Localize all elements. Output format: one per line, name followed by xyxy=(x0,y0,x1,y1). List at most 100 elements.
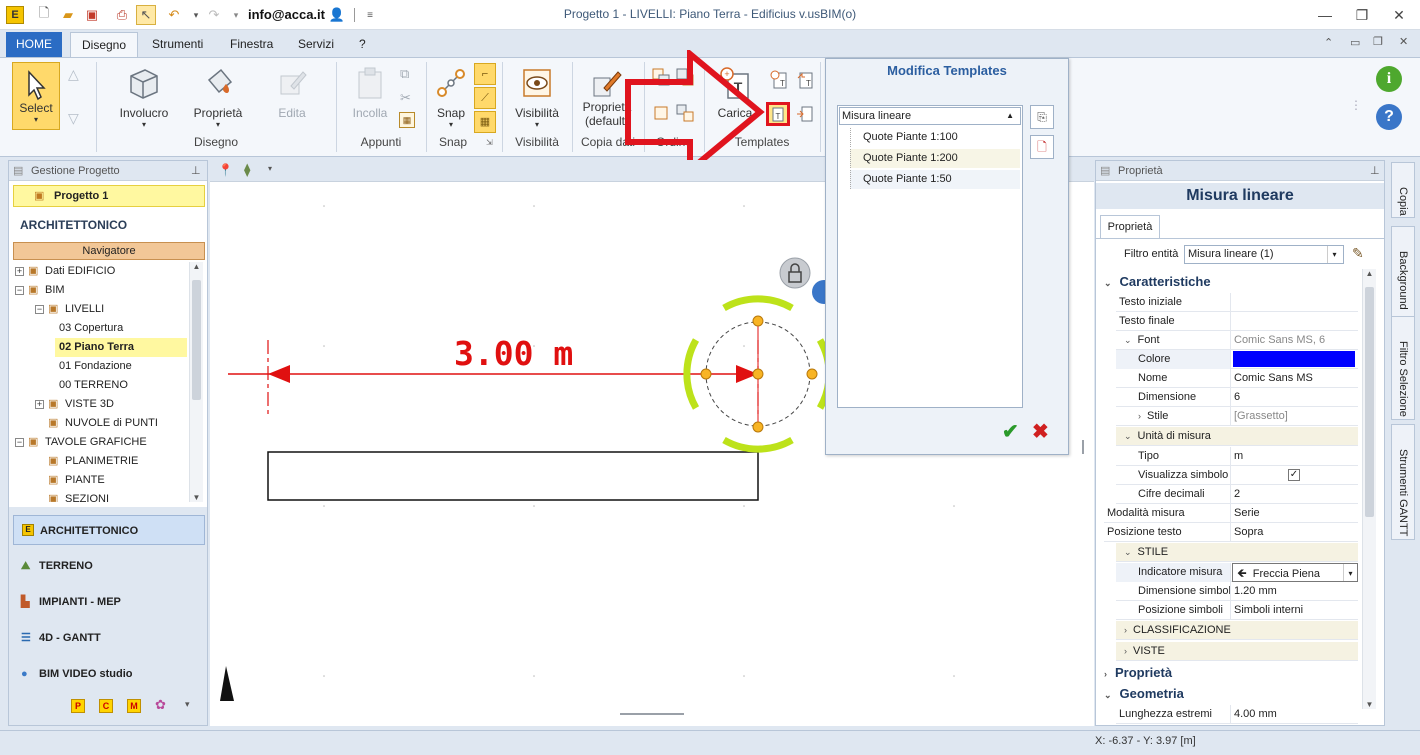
pin-icon[interactable]: ⊥ xyxy=(1370,164,1380,177)
tab-help[interactable]: ? xyxy=(347,32,378,57)
collapse-icon[interactable]: − xyxy=(35,304,44,314)
copy-icon[interactable]: ⧉ xyxy=(400,66,409,82)
filter-dropdown[interactable]: Misura lineare (1) ▾ xyxy=(1184,245,1344,264)
nav-gantt[interactable]: ☰ 4D - GANTT xyxy=(13,623,205,653)
row-visualizza-simbolo[interactable]: Visualizza simbolo ✓ xyxy=(1116,466,1358,485)
tree-scrollbar[interactable]: ▲ ▼ xyxy=(189,262,203,502)
dialog-launcher-icon[interactable]: ⇲ xyxy=(486,138,493,147)
proprieta-default-button[interactable]: Proprietà (default) xyxy=(578,62,636,134)
category-geometria[interactable]: ⌄ Geometria xyxy=(1104,684,1358,704)
tree-item[interactable]: + ▣ VISTE 3D xyxy=(35,395,114,414)
row-font[interactable]: ⌄ Font Comic Sans MS, 6 xyxy=(1116,331,1358,350)
user-icon[interactable]: 👤 xyxy=(327,5,347,25)
restore-window-icon[interactable]: ❐ xyxy=(1373,35,1383,48)
expand-icon[interactable]: + xyxy=(35,399,44,409)
open-folder-icon[interactable]: ▰ xyxy=(58,5,78,25)
cancel-x-icon[interactable]: ✖ xyxy=(1032,419,1049,444)
send-backward-icon[interactable] xyxy=(676,104,694,122)
snap-grid-icon[interactable]: ▦ xyxy=(474,111,496,133)
tab-finestra[interactable]: Finestra xyxy=(218,32,285,57)
maximize-icon[interactable]: ❐ xyxy=(1347,4,1377,26)
template-category-dropdown[interactable]: Misura lineare ▲ xyxy=(839,107,1021,125)
nav-terreno[interactable]: ⛰ TERRENO xyxy=(13,551,205,581)
row-tipo[interactable]: Tipo m xyxy=(1116,447,1358,466)
tree-item[interactable]: 00 TERRENO xyxy=(55,376,128,395)
proprieta-button[interactable]: Proprietà ▾ xyxy=(188,62,248,134)
paste-special-icon[interactable]: ▦ xyxy=(399,112,415,128)
nav-bim-video[interactable]: ● BIM VIDEO studio xyxy=(13,659,205,689)
scroll-down-icon[interactable]: ▽ xyxy=(68,110,79,127)
subcat-classificazione[interactable]: › CLASSIFICAZIONE xyxy=(1116,621,1358,640)
bring-front-icon[interactable] xyxy=(652,68,670,86)
send-back-icon[interactable] xyxy=(676,68,694,86)
row-indicatore[interactable]: Indicatore misura 🡸 Freccia Piena ▾ xyxy=(1116,563,1358,582)
template-save-icon[interactable]: T xyxy=(796,70,814,90)
nav-impianti[interactable]: ▙ IMPIANTI - MEP xyxy=(13,587,205,617)
row-lunghezza-estremi[interactable]: Lunghezza estremi 4.00 mm xyxy=(1116,705,1358,724)
tab-disegno[interactable]: Disegno xyxy=(70,32,138,57)
template-item[interactable]: Quote Piante 1:50 xyxy=(850,170,1020,189)
visibilita-button[interactable]: Visibilità ▾ xyxy=(508,62,566,134)
dimension-text[interactable]: 3.00 m xyxy=(454,334,573,373)
cut-icon[interactable]: ✂ xyxy=(400,90,411,106)
row-testo-finale[interactable]: Testo finale xyxy=(1116,312,1358,331)
row-posizione-testo[interactable]: Posizione testo Sopra xyxy=(1104,523,1358,542)
customize-toolbar-icon[interactable]: ≡ xyxy=(360,5,380,25)
new-file-icon[interactable]: 🗋 xyxy=(34,5,54,25)
nav-architettonico[interactable]: E ARCHITETTONICO xyxy=(13,515,205,545)
bring-forward-icon[interactable] xyxy=(652,104,670,122)
tree-item[interactable]: 01 Fondazione xyxy=(55,357,132,376)
color-swatch[interactable] xyxy=(1233,351,1355,367)
snap-button[interactable]: Snap ▾ xyxy=(432,62,470,134)
tab-home[interactable]: HOME xyxy=(6,32,62,57)
confirm-check-icon[interactable]: ✔ xyxy=(1002,419,1019,444)
checkbox-visualizza[interactable]: ✓ xyxy=(1288,469,1300,481)
subcat-stile[interactable]: ⌄ STILE xyxy=(1116,543,1358,562)
sidetab-background[interactable]: Background xyxy=(1391,226,1415,318)
account-email[interactable]: info@acca.it xyxy=(248,7,325,22)
template-edit-icon[interactable]: T xyxy=(766,102,790,126)
collapse-icon[interactable]: − xyxy=(15,285,24,295)
row-cifre-decimali[interactable]: Cifre decimali 2 xyxy=(1116,485,1358,504)
project-item[interactable]: ▣ Progetto 1 xyxy=(13,185,205,207)
row-dimensione[interactable]: Dimensione 6 xyxy=(1116,388,1358,407)
snap-diagonal-icon[interactable]: ⟋ xyxy=(474,87,496,109)
mini-button-m[interactable]: M xyxy=(127,699,141,713)
chevron-down-icon[interactable]: ▾ xyxy=(268,164,272,173)
subcat-unita[interactable]: ⌄ Unità di misura xyxy=(1116,427,1358,446)
expand-icon[interactable]: + xyxy=(15,266,24,276)
collapse-icon[interactable]: − xyxy=(15,437,24,447)
save-icon[interactable]: ▣ xyxy=(82,5,102,25)
template-new-icon[interactable]: T xyxy=(770,70,788,90)
redo-dropdown-icon[interactable]: ▾ xyxy=(226,5,246,25)
print-icon[interactable]: ⎙ xyxy=(112,5,132,25)
delete-template-icon[interactable]: 🗋 xyxy=(1030,135,1054,159)
tree-item[interactable]: − ▣ LIVELLI xyxy=(35,300,104,319)
tree-item[interactable]: − ▣ TAVOLE GRAFICHE xyxy=(15,433,147,452)
dropdown-arrow-icon[interactable]: ▾ xyxy=(1343,564,1357,581)
tab-servizi[interactable]: Servizi xyxy=(286,32,346,57)
row-modalita[interactable]: Modalità misura Serie xyxy=(1104,504,1358,523)
sidetab-filtro[interactable]: Filtro Selezione xyxy=(1391,316,1415,420)
template-export-icon[interactable] xyxy=(796,104,814,124)
sidetab-copia[interactable]: Copia xyxy=(1391,162,1415,218)
redo-icon[interactable]: ↷ xyxy=(204,5,224,25)
mini-button-p[interactable]: P xyxy=(71,699,85,713)
vertical-splitter[interactable] xyxy=(1082,440,1084,454)
import-template-icon[interactable]: ⎘ xyxy=(1030,105,1054,129)
tree-item[interactable]: + ▣ Dati EDIFICIO xyxy=(15,262,115,281)
undo-dropdown-icon[interactable]: ▾ xyxy=(186,5,206,25)
restore-panel-icon[interactable]: ▭ xyxy=(1350,36,1360,49)
involucro-button[interactable]: Involucro ▾ xyxy=(112,62,176,134)
tree-item[interactable]: ▣ SEZIONI xyxy=(35,490,109,502)
mini-button-c[interactable]: C xyxy=(99,699,113,713)
tree-item[interactable]: 03 Copertura xyxy=(55,319,123,338)
category-caratteristiche[interactable]: ⌄ Caratteristiche xyxy=(1104,272,1358,292)
collapse-ribbon-icon[interactable]: ⌃ xyxy=(1324,36,1333,49)
scroll-up-icon[interactable]: △ xyxy=(68,66,79,83)
undo-icon[interactable]: ↶ xyxy=(164,5,184,25)
help-icon[interactable]: ? xyxy=(1376,104,1402,130)
incolla-button[interactable]: Incolla xyxy=(344,62,396,134)
row-colore[interactable]: Colore xyxy=(1116,350,1358,369)
row-nome[interactable]: Nome Comic Sans MS xyxy=(1116,369,1358,388)
